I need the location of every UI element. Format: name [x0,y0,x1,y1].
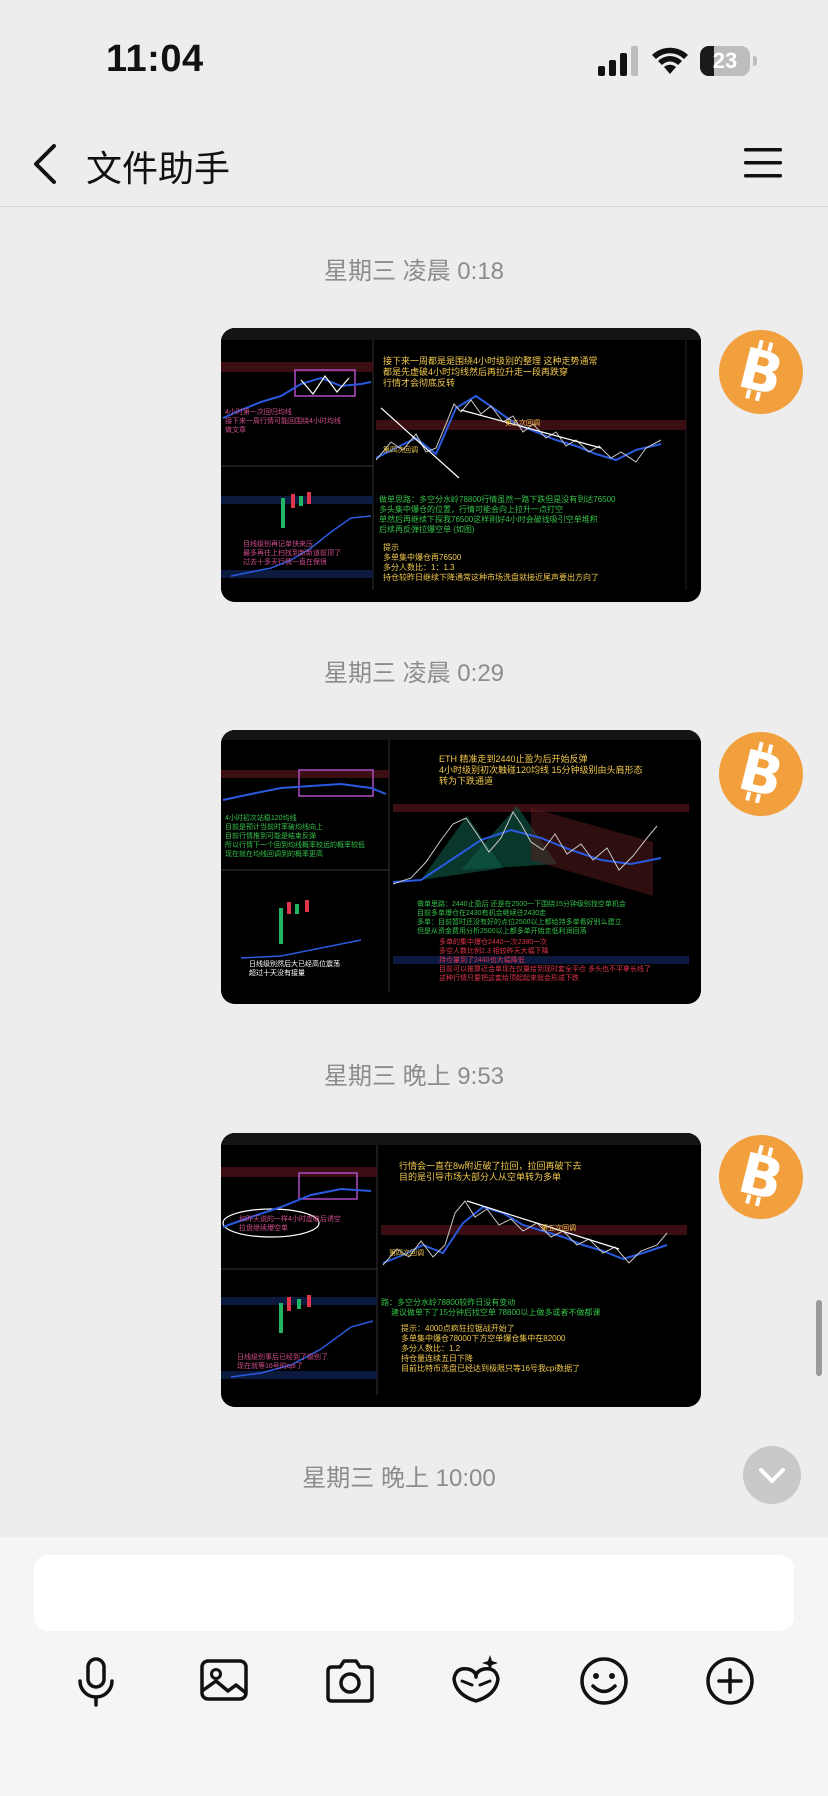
status-time: 11:04 [106,38,204,80]
emoji-icon[interactable] [574,1651,634,1711]
message-timestamp: 星期三 凌晨 0:18 [323,258,505,285]
cellular-signal-icon [598,46,638,76]
ai-assistant-icon[interactable] [446,1651,506,1711]
image-icon[interactable] [194,1651,254,1711]
composer-bar [0,1537,828,1796]
nav-bar: 文件助手 [0,120,828,207]
bitcoin-avatar-icon[interactable]: B [718,1134,804,1220]
camera-icon[interactable] [320,1651,380,1711]
message-timestamp: 星期三 晚上 10:00 [302,1465,496,1492]
message-timestamp: 星期三 晚上 9:53 [323,1063,505,1090]
svg-text:第五次回调: 第五次回调 [505,418,540,427]
back-icon[interactable] [24,136,74,192]
bitcoin-avatar-icon[interactable]: B [718,329,804,415]
add-more-icon[interactable] [700,1651,760,1711]
chart-image-message[interactable]: 4小时第一次回归均线 接下来一周行情可能回围绕4小时均线 做文章 目线级别再记单… [221,328,701,602]
scrollbar[interactable] [816,1300,822,1376]
scroll-to-bottom-button[interactable] [743,1446,801,1504]
bitcoin-avatar-icon[interactable]: B [718,731,804,817]
message-input[interactable] [34,1555,794,1631]
status-bar: 11:04 23 [0,0,828,120]
microphone-icon[interactable] [66,1651,126,1711]
wifi-icon [652,47,688,74]
battery-icon: 23 [700,46,758,76]
message-timestamp: 星期三 凌晨 0:29 [323,660,505,687]
chevron-down-icon [759,1468,785,1483]
svg-text:第四次回调: 第四次回调 [383,445,418,454]
chart-image-message[interactable]: 如昨天说的一样4小时虚破后诱空 拉盘继续爆空单 日线级别事后已经到了级别了 现在… [221,1133,701,1407]
svg-text:第五次回调: 第五次回调 [541,1223,576,1232]
page-title: 文件助手 [86,148,231,189]
svg-text:第四次回调: 第四次回调 [389,1248,424,1257]
menu-icon[interactable] [738,140,788,186]
chart-image-message[interactable]: 4小时初次站稳120均线 目前是预计当前时率破均线向上 目前行情推到可能是结束反… [221,730,701,1004]
chat-message-list[interactable]: 星期三 凌晨 0:18 4小时第一次回归均线 接下来一周行情可能回围绕4小时均线… [0,207,828,1537]
battery-level: 23 [712,48,738,73]
